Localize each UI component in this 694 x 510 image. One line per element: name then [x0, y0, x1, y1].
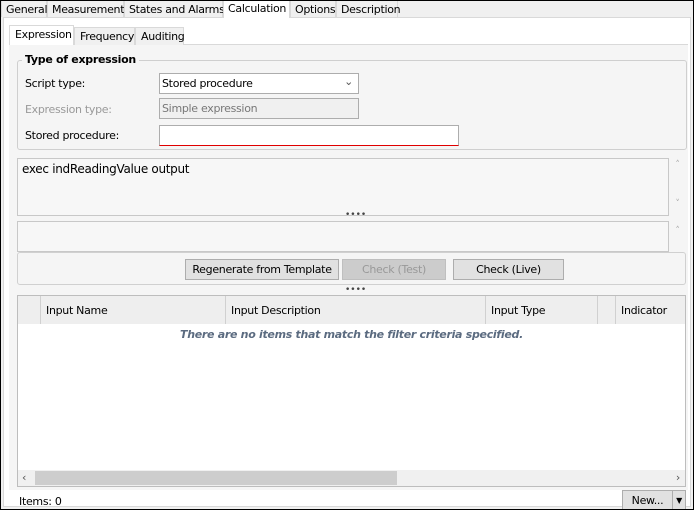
tab-calculation[interactable]: Calculation — [223, 0, 290, 18]
stored-procedure-label: Stored procedure: — [25, 129, 119, 142]
tab-options[interactable]: Options — [290, 0, 336, 17]
splitter-handle[interactable]: •••• — [345, 210, 366, 220]
check-test-button[interactable]: Check (Test) — [342, 259, 446, 280]
expression-editor[interactable]: exec indReadingValue output — [17, 158, 669, 216]
chevron-down-icon: ⌄ — [344, 75, 353, 88]
new-dropdown-arrow-icon[interactable]: ▼ — [673, 490, 686, 510]
check-live-button[interactable]: Check (Live) — [453, 259, 564, 280]
stored-procedure-input[interactable] — [159, 125, 459, 146]
tab-states-and-alarms[interactable]: States and Alarms — [124, 0, 225, 17]
scroll-down-icon[interactable]: ˅ — [669, 199, 686, 209]
column-header-input-description[interactable]: Input Description — [226, 296, 486, 324]
column-header-input-type[interactable]: Input Type — [486, 296, 598, 324]
tab-general[interactable]: General — [1, 0, 48, 17]
tab-auditing[interactable]: Auditing — [135, 27, 185, 45]
result-output — [17, 221, 669, 252]
scroll-left-icon[interactable]: ‹ — [22, 471, 26, 484]
tab-expression[interactable]: Expression — [9, 25, 74, 45]
horizontal-scrollbar[interactable]: ‹ › — [18, 470, 685, 486]
column-header-select[interactable] — [18, 296, 41, 324]
expression-type-label: Expression type: — [25, 103, 112, 116]
tab-measurement[interactable]: Measurement — [47, 0, 125, 17]
expression-type-field: Simple expression — [159, 98, 359, 119]
items-count: Items: 0 — [19, 495, 62, 508]
script-type-dropdown[interactable]: Stored procedure ⌄ — [159, 73, 359, 94]
splitter-handle[interactable]: •••• — [345, 285, 366, 295]
group-title: Type of expression — [22, 53, 139, 66]
empty-grid-message: There are no items that match the filter… — [180, 328, 523, 341]
tab-frequency[interactable]: Frequency — [74, 27, 135, 45]
script-type-label: Script type: — [25, 77, 86, 90]
column-header-input-name[interactable]: Input Name — [41, 296, 226, 324]
regenerate-from-template-button[interactable]: Regenerate from Template — [185, 259, 339, 280]
scrollbar-thumb[interactable] — [35, 471, 397, 485]
tab-description[interactable]: Description — [336, 0, 401, 17]
script-type-value: Stored procedure — [162, 77, 253, 90]
column-header-blank[interactable] — [598, 296, 616, 324]
column-header-indicator[interactable]: Indicator — [616, 296, 685, 324]
scroll-up-icon[interactable]: ˄ — [669, 160, 686, 170]
scroll-up-icon[interactable]: ˄ — [669, 226, 686, 236]
scroll-right-icon[interactable]: › — [676, 471, 680, 484]
new-button[interactable]: New... — [622, 490, 673, 510]
